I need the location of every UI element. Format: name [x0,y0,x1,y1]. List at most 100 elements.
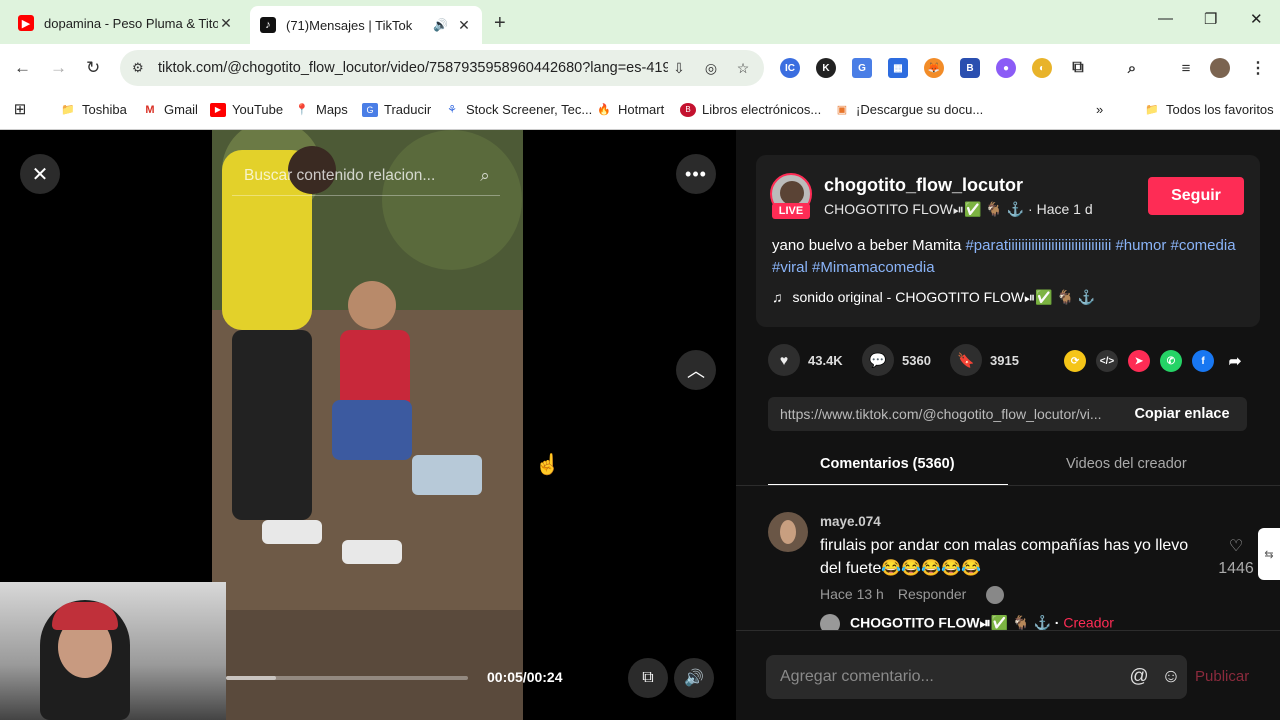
related-search-field[interactable]: Buscar contenido relacion... ⌕ [232,156,500,196]
browser-toolbar: ← → ↻ ⚙ tiktok.com/@chogotito_flow_locut… [0,44,1280,92]
action-bar: ♥ 43.4K 💬 5360 🔖 3915 ⟳ </> ➤ ✆ f ➦ [768,344,1248,378]
volume-button[interactable]: 🔊 [674,658,714,698]
youtube-icon: ▶ [210,102,226,117]
share-arrow-icon[interactable]: ➦ [1224,350,1246,372]
save-button[interactable]: 🔖 3915 [950,344,1019,376]
grid-extension-icon[interactable]: ▦ [888,58,908,78]
comment-button[interactable]: 💬 5360 [862,344,931,376]
post-info-card: LIVE chogotito_flow_locutor CHOGOTITO FL… [756,155,1260,327]
eye-off-icon[interactable]: ◎ [700,60,722,77]
tab-youtube[interactable]: ▶ dopamina - Peso Pluma & Tito ✕ [8,6,244,40]
mention-icon[interactable]: @ [1123,666,1155,688]
media-control-icon[interactable]: ≡ [1176,58,1196,78]
fox-extension-icon[interactable]: 🦊 [924,58,944,78]
search-icon[interactable]: ⌕ [470,166,500,186]
forward-icon[interactable]: → [50,58,67,78]
profile-avatar[interactable] [1210,58,1230,78]
more-bookmarks-icon[interactable]: » [1096,102,1103,117]
install-icon[interactable]: ⇩ [668,60,690,77]
tab-comments[interactable]: Comentarios (5360) [820,456,955,472]
bookmark-all-favorites[interactable]: 📁 Todos los favoritos [1144,102,1274,117]
like-button[interactable]: ♥ 43.4K [768,344,843,376]
maps-icon: 📍 [295,104,309,116]
bookmark-libros[interactable]: B Libros electrónicos... [680,102,821,117]
side-drawer-tab[interactable]: ⇆ [1258,528,1280,580]
video-frame[interactable] [212,130,523,720]
divider [736,485,1280,486]
speaker-icon[interactable]: 🔊 [433,18,448,32]
previous-video-button[interactable]: ︿ [676,350,716,390]
reload-icon[interactable]: ↻ [86,58,100,78]
close-tab-icon[interactable]: ✕ [218,15,234,32]
back-icon[interactable]: ← [14,58,31,78]
repost-icon[interactable]: ⟳ [1064,350,1086,372]
puzzle-icon[interactable]: ⧉ [1068,58,1088,78]
hashtag[interactable]: #viral [772,259,808,276]
translate-extension-icon[interactable]: G [852,58,872,78]
post-age: Hace 1 d [1036,201,1093,217]
site-info-icon[interactable]: ⚙ [132,60,148,76]
comment-input-box: @ ☺ [766,655,1187,699]
creator-username[interactable]: chogotito_flow_locutor [824,175,1023,196]
details-panel: LIVE chogotito_flow_locutor CHOGOTITO FL… [736,130,1280,720]
video-progress-bar[interactable] [226,676,468,680]
close-window-icon[interactable]: ✕ [1250,10,1263,28]
streamer-webcam-overlay [0,582,226,720]
close-video-button[interactable]: ✕ [20,154,60,194]
comment-input[interactable] [780,668,1123,686]
address-bar[interactable]: ⚙ tiktok.com/@chogotito_flow_locutor/vid… [120,50,764,86]
url-text[interactable]: tiktok.com/@chogotito_flow_locutor/video… [158,60,668,76]
follow-button[interactable]: Seguir [1148,177,1244,215]
menu-icon[interactable]: ⋮ [1248,58,1268,78]
panel-tabs: Comentarios (5360) Videos del creador [768,448,1248,486]
publish-button[interactable]: Publicar [1195,668,1249,685]
star-icon[interactable]: ☆ [732,60,754,77]
tab-tiktok[interactable]: ♪ (71)Mensajes | TikTok 🔊 ✕ [250,6,482,44]
bookmark-youtube[interactable]: ▶ YouTube [210,102,283,117]
extension-icon[interactable]: K [816,58,836,78]
commenter-username[interactable]: maye.074 [820,514,881,529]
hashtag[interactable]: #humor [1115,237,1166,254]
video-link[interactable]: https://www.tiktok.com/@chogotito_flow_l… [768,406,1117,422]
creator-reply-name[interactable]: CHOGOTITO FLOW⏯✅ 🐐 ⚓ · [850,615,1059,631]
new-tab-icon[interactable]: + [494,12,506,35]
video-progress-fill [226,676,277,680]
commenter-avatar[interactable] [768,512,808,552]
copy-link-button[interactable]: Copiar enlace [1117,406,1247,422]
bookmark-toshiba[interactable]: 📁 Toshiba [60,102,127,117]
restore-icon[interactable]: ❐ [1204,10,1217,28]
reply-button[interactable]: Responder [898,586,967,602]
hashtag[interactable]: #comedia [1171,237,1236,254]
close-tab-icon[interactable]: ✕ [456,17,472,34]
copy-link-box: https://www.tiktok.com/@chogotito_flow_l… [768,397,1247,431]
comment-like-button[interactable]: ♡ 1446 [1214,536,1258,578]
bookmark-stock-screener[interactable]: ⚘ Stock Screener, Tec... [444,102,592,117]
video-time: 00:05/00:24 [487,669,563,685]
comment-text: firulais por andar con malas compañías h… [820,537,1189,577]
emoji-icon[interactable]: ☺ [1155,666,1187,688]
hashtag[interactable]: #paratiiiiiiiiiiiiiiiiiiiiiiiiiiiiiii [965,237,1111,254]
hashtag[interactable]: #Mimamacomedia [812,259,935,276]
drop-extension-icon[interactable]: ● [996,58,1016,78]
bookmark-gmail[interactable]: M Gmail [142,102,198,117]
whatsapp-icon[interactable]: ✆ [1160,350,1182,372]
bookmark-maps[interactable]: 📍 Maps [294,102,348,117]
extension-icon[interactable]: ◐ [1032,58,1052,78]
embed-icon[interactable]: </> [1096,350,1118,372]
tab-title: (71)Mensajes | TikTok [286,17,413,33]
bookmark-traducir[interactable]: G Traducir [362,102,431,117]
bookmark-descargue[interactable]: ▣ ¡Descargue su docu... [834,102,983,117]
shield-extension-icon[interactable]: B [960,58,980,78]
send-icon[interactable]: ➤ [1128,350,1150,372]
sound-link[interactable]: ♫ sonido original - CHOGOTITO FLOW⏯✅ 🐐 ⚓ [772,289,1095,306]
minimize-icon[interactable]: — [1158,10,1173,27]
facebook-icon[interactable]: f [1192,350,1214,372]
extension-icon[interactable]: IC [780,58,800,78]
floating-player-button[interactable]: ⧉ [628,658,668,698]
tab-search-icon[interactable]: ⌕ [1122,58,1142,78]
tab-creator-videos[interactable]: Videos del creador [1066,456,1187,472]
more-options-button[interactable]: ••• [676,154,716,194]
apps-icon[interactable]: ⊞ [12,101,34,118]
bookmark-hotmart[interactable]: 🔥 Hotmart [596,102,664,117]
creator-liked-icon [986,586,1005,605]
